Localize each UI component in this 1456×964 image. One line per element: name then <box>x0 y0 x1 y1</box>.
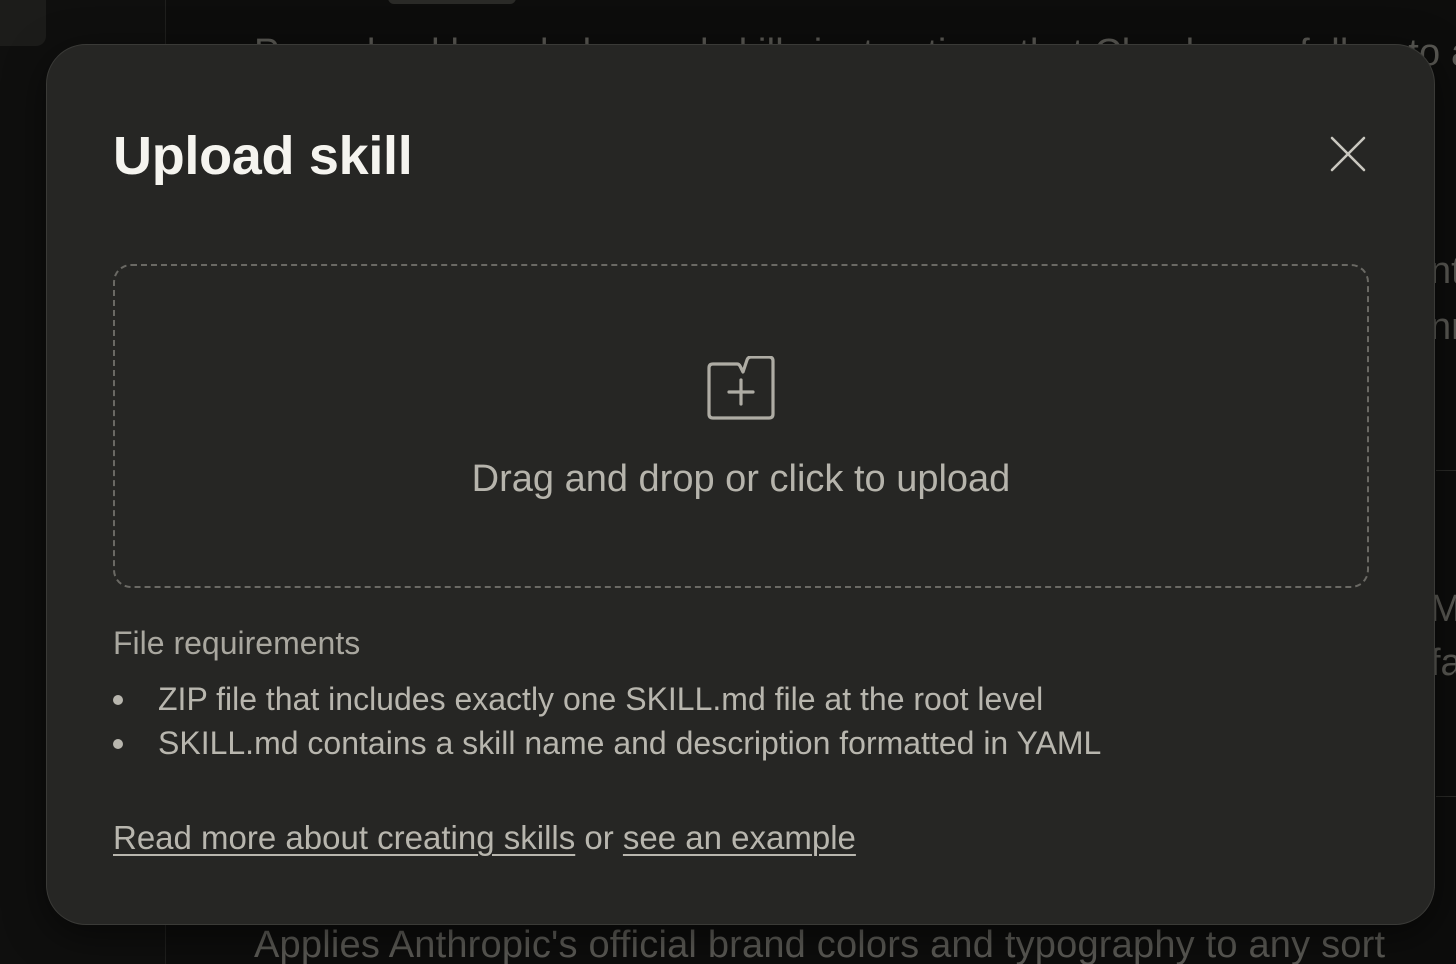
see-example-link[interactable]: see an example <box>623 819 856 856</box>
upload-skill-dialog: Upload skill Drag and drop or click to u… <box>46 44 1435 925</box>
bullet-icon <box>113 695 123 705</box>
requirements-heading: File requirements <box>113 625 361 661</box>
link-connector: or <box>575 819 623 856</box>
bullet-icon <box>113 739 123 749</box>
close-button[interactable] <box>1321 127 1375 181</box>
list-item: SKILL.md contains a skill name and descr… <box>113 721 1101 765</box>
folder-plus-icon <box>707 356 775 420</box>
close-icon <box>1330 136 1366 172</box>
requirement-text: ZIP file that includes exactly one SKILL… <box>158 681 1044 717</box>
background-skill-description: Applies Anthropic's official brand color… <box>254 924 1386 964</box>
background-topbar-pill <box>388 0 516 4</box>
requirement-text: SKILL.md contains a skill name and descr… <box>158 725 1102 761</box>
help-links: Read more about creating skills or see a… <box>113 819 856 857</box>
background-sidebar-tab <box>0 0 46 46</box>
dropzone-label: Drag and drop or click to upload <box>471 458 1011 500</box>
requirements-list: ZIP file that includes exactly one SKILL… <box>113 677 1101 765</box>
background-divider <box>1436 470 1456 471</box>
app-root: Procedural knowledge and skills instruct… <box>0 0 1456 964</box>
read-more-link[interactable]: Read more about creating skills <box>113 819 575 856</box>
background-divider <box>1436 796 1456 797</box>
dialog-title: Upload skill <box>113 126 413 186</box>
upload-dropzone[interactable]: Drag and drop or click to upload <box>113 264 1369 588</box>
list-item: ZIP file that includes exactly one SKILL… <box>113 677 1101 721</box>
